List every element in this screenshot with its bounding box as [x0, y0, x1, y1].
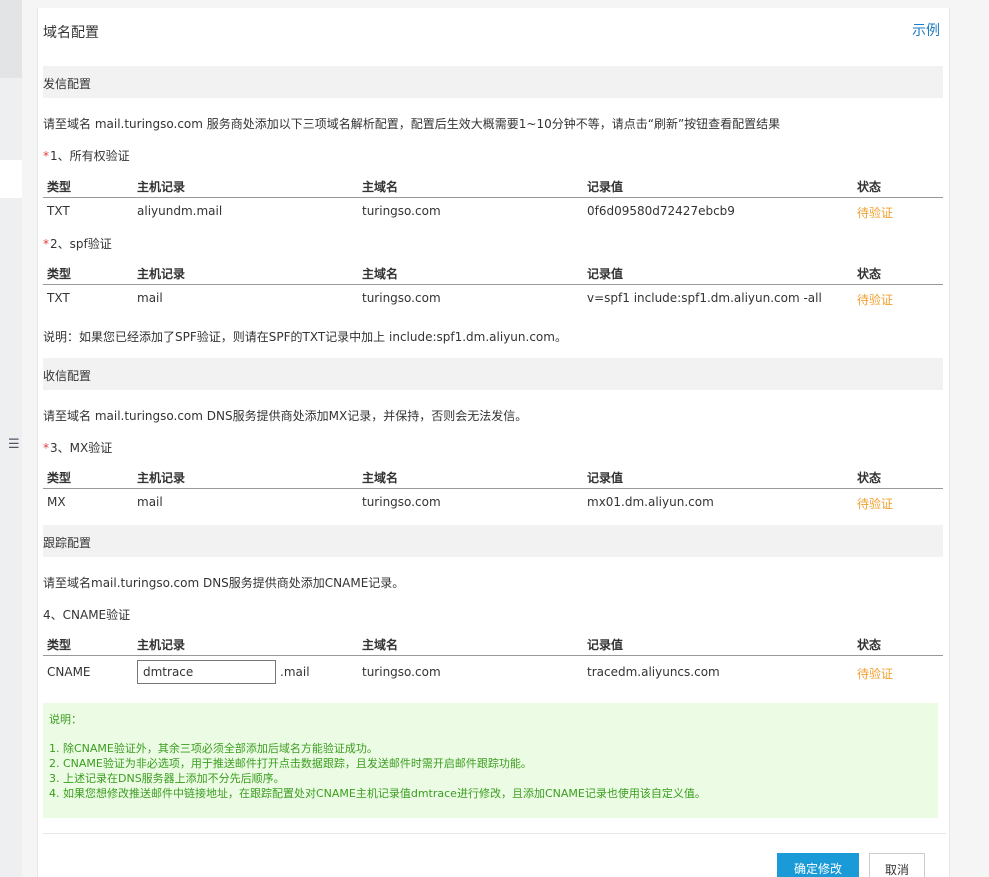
send-section-header: 发信配置 — [43, 66, 943, 98]
divider — [43, 833, 946, 834]
send-intro: 请至域名 mail.turingso.com 服务商处添加以下三项域名解析配置，… — [43, 117, 781, 131]
table-row: TXT aliyundm.mail turingso.com 0f6d09580… — [43, 198, 943, 225]
cname-label: 4、CNAME验证 — [43, 608, 131, 622]
col-host: 主机记录 — [137, 267, 186, 281]
track-section-header: 跟踪配置 — [43, 525, 943, 557]
ownership-table: 类型 主机记录 主域名 记录值 状态 TXT aliyundm.mail tur… — [43, 172, 943, 225]
table-row: MX mail turingso.com mx01.dm.aliyun.com … — [43, 489, 943, 516]
col-status: 状态 — [857, 638, 882, 652]
receive-section-title: 收信配置 — [43, 369, 92, 383]
col-value: 记录值 — [587, 180, 624, 194]
row-type: TXT — [47, 204, 70, 218]
row-type: CNAME — [47, 665, 91, 679]
notes-title: 说明： — [49, 713, 82, 726]
cancel-button[interactable]: 取消 — [869, 853, 925, 877]
table-row: CNAME .mail turingso.com tracedm.aliyunc… — [43, 656, 943, 688]
ownership-label: *1、所有权验证 — [43, 147, 130, 164]
row-domain: turingso.com — [362, 291, 441, 305]
track-intro: 请至域名mail.turingso.com DNS服务提供商处添加CNAME记录… — [43, 576, 405, 590]
confirm-button[interactable]: 确定修改 — [777, 853, 859, 877]
col-host: 主机记录 — [137, 471, 186, 485]
col-value: 记录值 — [587, 267, 624, 281]
col-value: 记录值 — [587, 638, 624, 652]
row-value: 0f6d09580d72427ebcb9 — [587, 204, 735, 218]
required-mark: * — [43, 441, 49, 455]
menu-icon[interactable]: ☰ — [8, 430, 22, 460]
col-status: 状态 — [857, 180, 882, 194]
host-suffix: .mail — [280, 665, 310, 679]
col-type: 类型 — [47, 471, 72, 485]
col-status: 状态 — [857, 267, 882, 281]
required-mark: * — [43, 237, 49, 251]
row-value: v=spf1 include:spf1.dm.aliyun.com -all — [587, 291, 822, 305]
spf-label: *2、spf验证 — [43, 235, 112, 252]
row-host: aliyundm.mail — [137, 204, 223, 218]
table-header: 类型 主机记录 主域名 记录值 状态 — [43, 172, 943, 198]
page-title: 域名配置 — [43, 25, 99, 41]
mx-table: 类型 主机记录 主域名 记录值 状态 MX mail turingso.com … — [43, 463, 943, 516]
note-item: 1. 除CNAME验证外，其余三项必须全部添加后域名方能验证成功。 — [49, 742, 378, 755]
top-strip — [22, 0, 989, 8]
cname-table: 类型 主机记录 主域名 记录值 状态 CNAME .mail turingso.… — [43, 630, 943, 688]
col-domain: 主域名 — [362, 180, 399, 194]
col-type: 类型 — [47, 180, 72, 194]
left-rail: ☰ — [0, 0, 22, 877]
spf-label-text: 2、spf验证 — [50, 237, 112, 251]
col-value: 记录值 — [587, 471, 624, 485]
row-host: mail — [137, 495, 163, 509]
row-domain: turingso.com — [362, 665, 441, 679]
table-header: 类型 主机记录 主域名 记录值 状态 — [43, 463, 943, 489]
cname-host-input[interactable] — [137, 660, 276, 684]
note-item: 3. 上述记录在DNS服务器上添加不分先后顺序。 — [49, 772, 285, 785]
receive-section-header: 收信配置 — [43, 358, 943, 390]
left-rail-gap — [0, 160, 22, 198]
note-item: 4. 如果您想修改推送邮件中链接地址，在跟踪配置处对CNAME主机记录值dmtr… — [49, 787, 706, 800]
mx-label: *3、MX验证 — [43, 439, 112, 456]
ownership-label-text: 1、所有权验证 — [50, 149, 130, 163]
required-mark: * — [43, 149, 49, 163]
status-badge: 待验证 — [857, 667, 894, 681]
col-domain: 主域名 — [362, 638, 399, 652]
spf-note: 说明：如果您已经添加了SPF验证，则请在SPF的TXT记录中加上 include… — [43, 330, 567, 344]
note-item: 2. CNAME验证为非必选项，用于推送邮件打开点击数据跟踪，且发送邮件时需开启… — [49, 757, 532, 770]
notes-box: 说明： 1. 除CNAME验证外，其余三项必须全部添加后域名方能验证成功。 2.… — [43, 703, 938, 818]
row-value: tracedm.aliyuncs.com — [587, 665, 720, 679]
row-domain: turingso.com — [362, 204, 441, 218]
example-link[interactable]: 示例 — [912, 20, 940, 40]
col-type: 类型 — [47, 638, 72, 652]
table-row: TXT mail turingso.com v=spf1 include:spf… — [43, 285, 943, 312]
status-badge: 待验证 — [857, 293, 894, 307]
mx-label-text: 3、MX验证 — [50, 441, 113, 455]
row-domain: turingso.com — [362, 495, 441, 509]
left-rail-block — [0, 0, 22, 78]
table-header: 类型 主机记录 主域名 记录值 状态 — [43, 630, 943, 656]
receive-intro: 请至域名 mail.turingso.com DNS服务提供商处添加MX记录，并… — [43, 409, 528, 423]
send-section-title: 发信配置 — [43, 77, 92, 91]
status-badge: 待验证 — [857, 497, 894, 511]
col-host: 主机记录 — [137, 180, 186, 194]
track-section-title: 跟踪配置 — [43, 536, 92, 550]
table-header: 类型 主机记录 主域名 记录值 状态 — [43, 259, 943, 285]
col-domain: 主域名 — [362, 471, 399, 485]
col-host: 主机记录 — [137, 638, 186, 652]
col-status: 状态 — [857, 471, 882, 485]
col-type: 类型 — [47, 267, 72, 281]
row-host: mail — [137, 291, 163, 305]
row-type: TXT — [47, 291, 70, 305]
row-value: mx01.dm.aliyun.com — [587, 495, 714, 509]
status-badge: 待验证 — [857, 206, 894, 220]
row-type: MX — [47, 495, 66, 509]
col-domain: 主域名 — [362, 267, 399, 281]
spf-table: 类型 主机记录 主域名 记录值 状态 TXT mail turingso.com… — [43, 259, 943, 312]
